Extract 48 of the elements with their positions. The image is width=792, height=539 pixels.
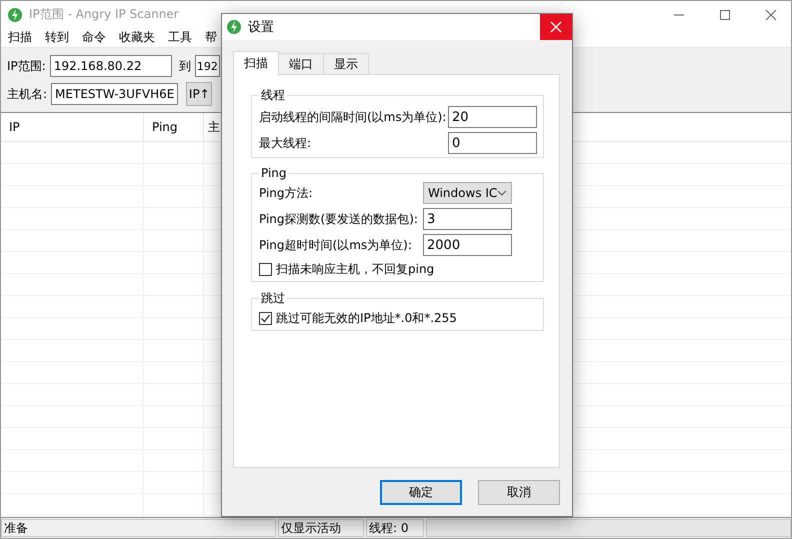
maximize-icon[interactable]	[719, 8, 731, 20]
ip-button[interactable]: IP↑	[186, 82, 212, 106]
window-title: IP范围 - Angry IP Scanner	[29, 6, 179, 23]
input-field[interactable]: 192	[194, 55, 220, 77]
input-field[interactable]: METESTW-3UFVH6E	[51, 83, 178, 105]
tab[interactable]: 显示	[323, 53, 369, 74]
input-field[interactable]: 3	[423, 208, 512, 230]
input-field[interactable]: 192.168.80.22	[50, 55, 172, 77]
field-label: Ping探测数(要发送的数据包):	[259, 210, 418, 228]
menu-item[interactable]: 工具	[161, 29, 198, 46]
dialog-button[interactable]: 取消	[478, 480, 560, 505]
dropdown[interactable]: Windows IC	[423, 182, 512, 204]
hostname-label: 主机名:	[7, 86, 48, 102]
checkbox[interactable]	[259, 312, 272, 324]
dialog-title: 设置	[248, 19, 274, 36]
group-title: 线程	[260, 87, 286, 104]
menu-item[interactable]: 命令	[75, 29, 112, 46]
status-text: 准备	[1, 519, 276, 537]
input-field[interactable]: 0	[448, 132, 537, 154]
dialog-button[interactable]: 确定	[380, 480, 462, 505]
close-icon[interactable]	[765, 8, 777, 20]
menu-item[interactable]: 转到	[38, 29, 75, 46]
field-label: Ping超时时间(以ms为单位):	[259, 236, 412, 254]
status-text: 线程: 0	[366, 519, 424, 537]
field-label: 最大线程:	[259, 134, 312, 152]
menu-item[interactable]: 扫描	[1, 29, 38, 46]
chevron-icon	[497, 190, 507, 196]
field-label: 启动线程的间隔时间(以ms为单位):	[259, 108, 446, 126]
column-header[interactable]: 主	[204, 113, 220, 141]
range-label: IP范围:	[7, 58, 46, 74]
column-header[interactable]: IP	[1, 113, 144, 141]
close-button[interactable]	[540, 14, 572, 40]
to-label: 到	[178, 58, 191, 74]
checkbox-label[interactable]: 跳过可能无效的IP地址*.0和*.255	[276, 310, 457, 326]
menu-item[interactable]: 帮	[198, 29, 223, 46]
input-field[interactable]: 20	[448, 106, 537, 128]
checkbox-label[interactable]: 扫描未响应主机，不回复ping	[276, 260, 434, 278]
app-logo-icon	[226, 19, 242, 35]
group-title: 跳过	[260, 290, 286, 307]
field-label: Ping方法:	[259, 184, 313, 202]
group-title: Ping	[260, 166, 288, 180]
status-text: 仅显示活动	[278, 519, 364, 537]
menu-item[interactable]: 收藏夹	[112, 29, 161, 46]
column-header[interactable]: Ping	[144, 113, 204, 141]
checkbox[interactable]	[259, 262, 272, 276]
tab[interactable]: 扫描	[233, 51, 279, 75]
app-logo-icon	[7, 6, 23, 22]
input-field[interactable]: 2000	[423, 234, 512, 256]
